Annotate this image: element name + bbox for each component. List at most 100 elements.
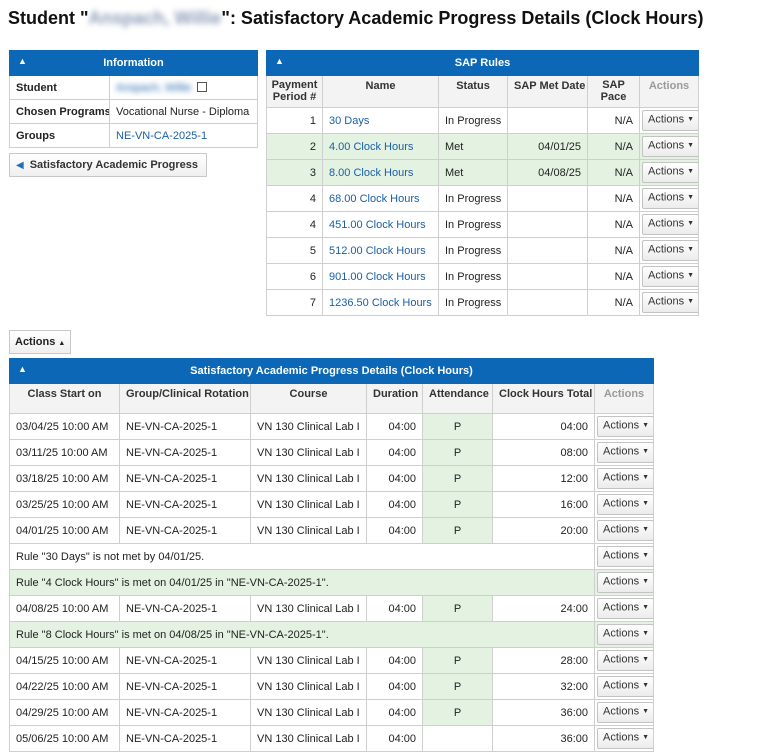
information-header[interactable]: ▲ Information	[9, 50, 258, 76]
caret-down-icon: ▼	[642, 500, 650, 508]
row-actions-button[interactable]: Actions ▼	[597, 442, 653, 463]
row-actions-button[interactable]: Actions ▼	[642, 292, 698, 313]
row-actions-button[interactable]: Actions ▼	[597, 624, 653, 645]
rule-name-link[interactable]: 1236.50 Clock Hours	[322, 289, 439, 316]
rule-name-link[interactable]: 4.00 Clock Hours	[322, 133, 439, 160]
duration: 04:00	[366, 725, 423, 752]
row-actions-button[interactable]: Actions ▼	[642, 110, 698, 131]
back-to-sap-button[interactable]: ◀ Satisfactory Academic Progress	[9, 153, 208, 177]
group-rotation: NE-VN-CA-2025-1	[119, 517, 251, 544]
row-actions-button[interactable]: Actions ▼	[642, 214, 698, 235]
course: VN 130 Clinical Lab I	[250, 725, 367, 752]
rule-note-row: Rule "4 Clock Hours" is met on 04/01/25 …	[9, 569, 654, 596]
row-actions-button[interactable]: Actions ▼	[597, 598, 653, 619]
rule-name-link[interactable]: 30 Days	[322, 107, 439, 134]
sap-rules-header[interactable]: ▲ SAP Rules	[266, 50, 699, 76]
class-row: 03/25/25 10:00 AM NE-VN-CA-2025-1 VN 130 C…	[9, 491, 654, 518]
row-actions-button[interactable]: Actions ▼	[597, 546, 653, 567]
actions-cell: Actions ▼	[594, 647, 654, 674]
duration: 04:00	[366, 647, 423, 674]
chevron-up-icon[interactable]: ▲	[275, 56, 284, 66]
details-header[interactable]: ▲ Satisfactory Academic Progress Details…	[9, 358, 654, 384]
row-actions-label: Actions	[603, 575, 640, 588]
chevron-up-icon[interactable]: ▲	[18, 56, 27, 66]
row-actions-button[interactable]: Actions ▼	[597, 728, 653, 749]
sap-met-date	[507, 211, 588, 238]
duration: 04:00	[366, 413, 423, 440]
groups-link[interactable]: NE-VN-CA-2025-1	[109, 123, 258, 148]
caret-up-icon: ▲	[58, 340, 66, 347]
row-actions-label: Actions	[648, 191, 685, 204]
caret-down-icon: ▼	[642, 448, 650, 456]
rule-status: In Progress	[438, 289, 508, 316]
row-actions-label: Actions	[603, 679, 640, 692]
class-row: 05/06/25 10:00 AM NE-VN-CA-2025-1 VN 130 C…	[9, 725, 654, 752]
class-start: 04/08/25 10:00 AM	[9, 595, 120, 622]
course: VN 130 Clinical Lab I	[250, 491, 367, 518]
row-actions-button[interactable]: Actions ▼	[597, 494, 653, 515]
caret-down-icon: ▼	[687, 194, 695, 202]
class-row: 04/15/25 10:00 AM NE-VN-CA-2025-1 VN 130 C…	[9, 647, 654, 674]
sap-pace: N/A	[587, 107, 640, 134]
lock-icon[interactable]	[197, 82, 208, 92]
actions-cell: Actions ▼	[594, 465, 654, 492]
course: VN 130 Clinical Lab I	[250, 595, 367, 622]
row-actions-label: Actions	[603, 497, 640, 510]
course: VN 130 Clinical Lab I	[250, 699, 367, 726]
sap-met-date	[507, 263, 588, 290]
class-start: 03/25/25 10:00 AM	[9, 491, 120, 518]
class-row: 04/08/25 10:00 AM NE-VN-CA-2025-1 VN 130 C…	[9, 595, 654, 622]
group-rotation: NE-VN-CA-2025-1	[119, 699, 251, 726]
course: VN 130 Clinical Lab I	[250, 673, 367, 700]
row-actions-button[interactable]: Actions ▼	[597, 572, 653, 593]
duration: 04:00	[366, 699, 423, 726]
actions-dropdown-button[interactable]: Actions ▲	[9, 330, 72, 354]
actions-cell: Actions ▼	[594, 725, 654, 752]
row-actions-label: Actions	[603, 445, 640, 458]
sap-pace: N/A	[587, 211, 640, 238]
sap-rule-row: 6 901.00 Clock Hours In Progress N/A Actions…	[266, 263, 699, 290]
row-actions-button[interactable]: Actions ▼	[597, 520, 653, 541]
rule-name-link[interactable]: 8.00 Clock Hours	[322, 159, 439, 186]
sap-rule-row: 1 30 Days In Progress N/A Actions ▼	[266, 107, 699, 134]
student-link[interactable]: Anspach, Willie	[116, 82, 191, 94]
row-actions-button[interactable]: Actions ▼	[642, 136, 698, 157]
sap-pace: N/A	[587, 289, 640, 316]
row-actions-button[interactable]: Actions ▼	[597, 416, 653, 437]
rule-note-text: Rule "30 Days" is not met by 04/01/25.	[9, 543, 595, 570]
row-actions-button[interactable]: Actions ▼	[597, 702, 653, 723]
row-actions-button[interactable]: Actions ▼	[642, 266, 698, 287]
payment-period: 5	[266, 237, 323, 264]
chevron-up-icon[interactable]: ▲	[18, 364, 27, 374]
rule-status: In Progress	[438, 263, 508, 290]
back-arrow-icon: ◀	[16, 160, 24, 171]
page-title: Student "Anspach, Willie": Satisfactory …	[8, 8, 703, 29]
row-actions-button[interactable]: Actions ▼	[642, 188, 698, 209]
sap-rule-row: 7 1236.50 Clock Hours In Progress N/A Action…	[266, 289, 699, 316]
col-payment-period: Payment Period #	[266, 75, 323, 108]
course: VN 130 Clinical Lab I	[250, 439, 367, 466]
student-name-redacted: Anspach, Willie	[88, 8, 222, 28]
class-row: 04/22/25 10:00 AM NE-VN-CA-2025-1 VN 130 C…	[9, 673, 654, 700]
caret-down-icon: ▼	[687, 168, 695, 176]
rule-name-link[interactable]: 901.00 Clock Hours	[322, 263, 439, 290]
class-start: 03/18/25 10:00 AM	[9, 465, 120, 492]
col-group-rotation: Group/Clinical Rotation	[119, 383, 251, 414]
row-actions-label: Actions	[648, 269, 685, 282]
row-actions-button[interactable]: Actions ▼	[597, 468, 653, 489]
rule-note-text: Rule "8 Clock Hours" is met on 04/08/25 …	[9, 621, 595, 648]
row-actions-button[interactable]: Actions ▼	[597, 650, 653, 671]
row-actions-label: Actions	[603, 419, 640, 432]
attendance: P	[422, 439, 493, 466]
col-attendance: Attendance	[422, 383, 493, 414]
row-actions-button[interactable]: Actions ▼	[597, 676, 653, 697]
sap-rule-row: 4 451.00 Clock Hours In Progress N/A Actions…	[266, 211, 699, 238]
row-actions-button[interactable]: Actions ▼	[642, 240, 698, 261]
row-actions-button[interactable]: Actions ▼	[642, 162, 698, 183]
sap-met-date	[507, 185, 588, 212]
rule-name-link[interactable]: 512.00 Clock Hours	[322, 237, 439, 264]
rule-name-link[interactable]: 68.00 Clock Hours	[322, 185, 439, 212]
col-duration: Duration	[366, 383, 423, 414]
class-row: 03/04/25 10:00 AM NE-VN-CA-2025-1 VN 130 C…	[9, 413, 654, 440]
rule-name-link[interactable]: 451.00 Clock Hours	[322, 211, 439, 238]
